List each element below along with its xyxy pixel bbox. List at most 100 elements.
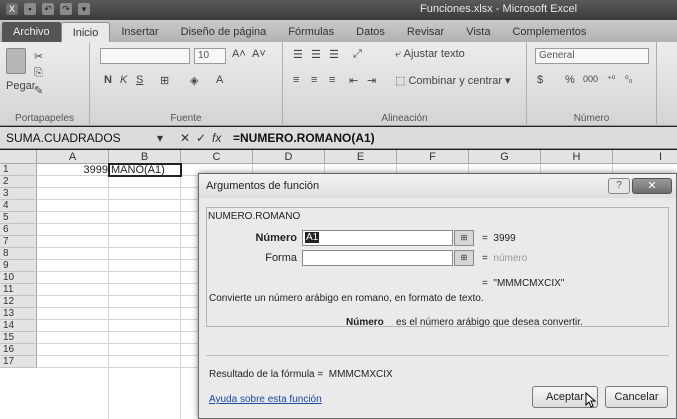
- increase-font-icon[interactable]: A˄: [232, 48, 246, 60]
- cancel-button[interactable]: Cancelar: [605, 386, 668, 408]
- decrease-decimal-icon[interactable]: ⁰₀: [625, 74, 632, 85]
- tab-insertar[interactable]: Insertar: [110, 22, 169, 42]
- increase-decimal-icon[interactable]: ⁺⁰: [607, 74, 615, 85]
- row-header-6[interactable]: 6: [0, 224, 37, 236]
- column-header-e[interactable]: E: [325, 150, 397, 164]
- percent-button[interactable]: %: [565, 74, 575, 86]
- arg-help-name: Número: [346, 317, 384, 328]
- increase-indent-icon[interactable]: ⇥: [367, 74, 376, 87]
- borders-icon[interactable]: ⊞: [160, 74, 169, 87]
- number-group: General $ % 000 ⁺⁰ ⁰₀ Número: [527, 42, 657, 126]
- formula-content[interactable]: =NUMERO.ROMANO(A1): [233, 129, 375, 147]
- collapse-dialog-forma-icon[interactable]: ⊞: [454, 250, 474, 266]
- save-icon[interactable]: ▪: [24, 3, 36, 15]
- align-bottom-icon[interactable]: ☰: [329, 48, 339, 61]
- align-right-icon[interactable]: ≡: [329, 74, 335, 86]
- row-header-5[interactable]: 5: [0, 212, 37, 224]
- font-size-field[interactable]: 10: [194, 48, 226, 64]
- thousands-button[interactable]: 000: [583, 74, 598, 84]
- column-header-g[interactable]: G: [469, 150, 541, 164]
- row-header-12[interactable]: 12: [0, 296, 37, 308]
- merge-center-button[interactable]: ⬚ Combinar y centrar ▾: [395, 74, 511, 87]
- arg-label-numero: Número: [255, 232, 297, 244]
- tab-revisar[interactable]: Revisar: [396, 22, 455, 42]
- decrease-font-icon[interactable]: A˅: [252, 48, 266, 60]
- combined-result: = "MMMCMXCIX": [482, 278, 564, 289]
- align-left-icon[interactable]: ≡: [293, 74, 299, 86]
- row-header-3[interactable]: 3: [0, 188, 37, 200]
- number-format-field[interactable]: General: [535, 48, 649, 64]
- orientation-icon[interactable]: ⤢: [353, 48, 362, 61]
- column-header-i[interactable]: I: [613, 150, 677, 164]
- row-header-2[interactable]: 2: [0, 176, 37, 188]
- formula-result: Resultado de la fórmula = MMMCMXCIX: [209, 369, 393, 380]
- align-middle-icon[interactable]: ☰: [311, 48, 321, 61]
- format-painter-icon[interactable]: ✎: [34, 84, 43, 97]
- font-color-icon[interactable]: A: [216, 74, 223, 86]
- arg-input-numero[interactable]: A1: [302, 230, 453, 246]
- paste-icon[interactable]: [6, 48, 26, 74]
- row-header-16[interactable]: 16: [0, 344, 37, 356]
- help-link[interactable]: Ayuda sobre esta función: [209, 394, 322, 405]
- decrease-indent-icon[interactable]: ⇤: [349, 74, 358, 87]
- select-all-corner[interactable]: [0, 150, 37, 164]
- cell-a1[interactable]: 3999: [37, 164, 109, 176]
- row-header-8[interactable]: 8: [0, 248, 37, 260]
- paste-button[interactable]: Pegar: [6, 80, 35, 92]
- row-header-10[interactable]: 10: [0, 272, 37, 284]
- column-header-a[interactable]: A: [37, 150, 109, 164]
- font-group-label: Fuente: [170, 113, 202, 124]
- row-header-4[interactable]: 4: [0, 200, 37, 212]
- wrap-text-button[interactable]: ⤶ Ajustar texto: [395, 48, 465, 61]
- close-button[interactable]: ✕: [632, 178, 672, 194]
- align-top-icon[interactable]: ☰: [293, 48, 303, 61]
- bold-icon[interactable]: N: [104, 74, 112, 86]
- insert-function-button[interactable]: fx: [212, 130, 221, 146]
- tab-datos[interactable]: Datos: [345, 22, 396, 42]
- tab-formulas[interactable]: Fórmulas: [277, 22, 345, 42]
- tab-complementos[interactable]: Complementos: [501, 22, 597, 42]
- column-header-h[interactable]: H: [541, 150, 613, 164]
- row-header-15[interactable]: 15: [0, 332, 37, 344]
- row-header-7[interactable]: 7: [0, 236, 37, 248]
- cut-icon[interactable]: ✂: [34, 50, 43, 63]
- row-header-17[interactable]: 17: [0, 356, 37, 368]
- currency-button[interactable]: $: [537, 74, 543, 86]
- underline-icon[interactable]: S: [136, 74, 143, 86]
- copy-icon[interactable]: ⎘: [34, 67, 43, 80]
- function-name: NUMERO.ROMANO: [208, 211, 301, 222]
- cancel-entry-button[interactable]: ✕: [180, 130, 190, 146]
- column-header-d[interactable]: D: [253, 150, 325, 164]
- column-header-f[interactable]: F: [397, 150, 469, 164]
- column-header-b[interactable]: B: [109, 150, 181, 164]
- arg-label-forma: Forma: [265, 252, 297, 264]
- row-header-13[interactable]: 13: [0, 308, 37, 320]
- fill-color-icon[interactable]: ◈: [190, 74, 198, 87]
- row-header-9[interactable]: 9: [0, 260, 37, 272]
- column-header-c[interactable]: C: [181, 150, 253, 164]
- name-box[interactable]: SUMA.CUADRADOS: [3, 129, 153, 147]
- cell-b1[interactable]: MANO(A1): [108, 163, 182, 177]
- tab-diseno-pagina[interactable]: Diseño de página: [170, 22, 278, 42]
- tab-inicio[interactable]: Inicio: [60, 22, 111, 42]
- row-header-14[interactable]: 14: [0, 320, 37, 332]
- tab-vista[interactable]: Vista: [455, 22, 501, 42]
- italic-icon[interactable]: K: [120, 74, 127, 86]
- arg-input-forma[interactable]: [302, 250, 453, 266]
- window-title: Funciones.xlsx - Microsoft Excel: [420, 3, 578, 15]
- row-header-11[interactable]: 11: [0, 284, 37, 296]
- title-bar: X ▪ ↶ ↷ ▾ Funciones.xlsx - Microsoft Exc…: [0, 0, 677, 20]
- row-header-1[interactable]: 1: [0, 164, 37, 176]
- name-box-dropdown-icon[interactable]: ▾: [157, 130, 163, 146]
- font-name-field[interactable]: [100, 48, 190, 64]
- collapse-dialog-numero-icon[interactable]: ⊞: [454, 230, 474, 246]
- undo-icon[interactable]: ↶: [42, 3, 54, 15]
- confirm-entry-button[interactable]: ✓: [196, 130, 206, 146]
- combined-result-value: "MMMCMXCIX": [493, 278, 565, 289]
- redo-icon[interactable]: ↷: [60, 3, 72, 15]
- customize-qat-icon[interactable]: ▾: [78, 3, 90, 15]
- tab-archivo[interactable]: Archivo: [2, 22, 61, 42]
- function-arguments-dialog: Argumentos de función ? ✕ NUMERO.ROMANO …: [198, 173, 677, 419]
- align-center-icon[interactable]: ≡: [311, 74, 317, 86]
- help-button[interactable]: ?: [608, 178, 630, 194]
